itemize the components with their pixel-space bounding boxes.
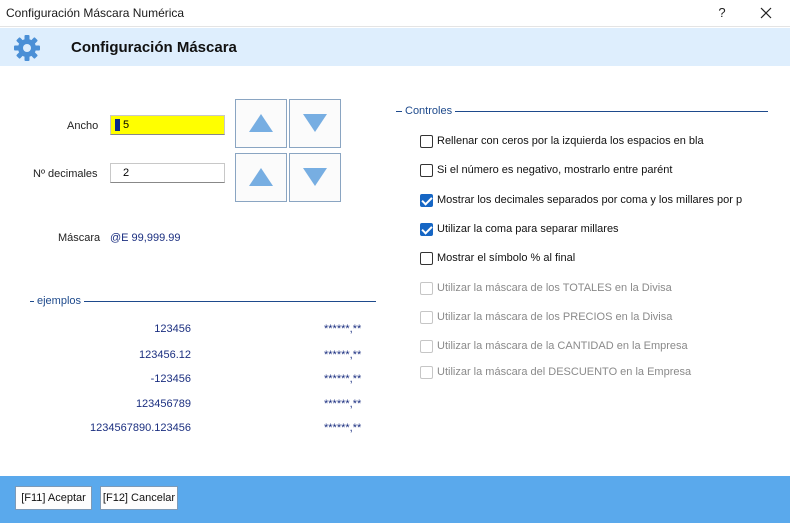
ejemplos-title: ejemplos bbox=[34, 295, 85, 307]
checkbox-label: Rellenar con ceros por la izquierda los … bbox=[437, 135, 704, 147]
checkbox-label: Mostrar los decimales separados por coma… bbox=[437, 194, 743, 206]
decimales-label: Nº decimales bbox=[33, 168, 98, 180]
checkbox-unchecked-icon bbox=[420, 310, 433, 324]
checkbox-unchecked-icon bbox=[420, 365, 433, 379]
checkbox-option: Utilizar la máscara del DESCUENTO en la … bbox=[420, 364, 750, 380]
arrow-up-icon bbox=[249, 114, 273, 132]
mascara-value: @E 99,999.99 bbox=[110, 232, 181, 244]
decimales-input[interactable]: 2 bbox=[110, 163, 225, 183]
decimales-value: 2 bbox=[123, 167, 130, 179]
dialog-header: Configuración Máscara bbox=[0, 28, 790, 66]
decimales-up-button[interactable] bbox=[235, 153, 287, 202]
ancho-up-button[interactable] bbox=[235, 99, 287, 148]
checkbox-option[interactable]: Si el número es negativo, mostrarlo entr… bbox=[420, 162, 750, 178]
example-result: ******,** bbox=[324, 323, 362, 335]
checkbox-unchecked-icon[interactable] bbox=[420, 134, 433, 148]
checkbox-label: Utilizar la máscara de la CANTIDAD en la… bbox=[437, 340, 688, 352]
checkbox-label: Mostrar el símbolo % al final bbox=[437, 252, 576, 264]
checkbox-unchecked-icon bbox=[420, 339, 433, 353]
checkbox-unchecked-icon bbox=[420, 281, 433, 295]
example-result: ******,** bbox=[324, 398, 362, 410]
checkbox-option[interactable]: Mostrar los decimales separados por coma… bbox=[420, 192, 750, 208]
dialog-title: Configuración Máscara bbox=[71, 39, 237, 56]
checkbox-label: Utilizar la coma para separar millares bbox=[437, 223, 619, 235]
ancho-value: 5 bbox=[123, 119, 130, 131]
dialog-footer: [F11] Aceptar [F12] Cancelar bbox=[0, 476, 790, 523]
checkbox-option[interactable]: Mostrar el símbolo % al final bbox=[420, 250, 750, 266]
ancho-label: Ancho bbox=[67, 120, 99, 132]
checkbox-option[interactable]: Utilizar la coma para separar millares bbox=[420, 221, 750, 237]
arrow-down-icon bbox=[303, 114, 327, 132]
example-number: 123456.12 bbox=[139, 349, 191, 361]
example-result: ******,** bbox=[324, 349, 362, 361]
accept-button[interactable]: [F11] Aceptar bbox=[15, 486, 92, 510]
gear-icon bbox=[14, 35, 40, 61]
example-result: ******,** bbox=[324, 373, 362, 385]
example-number: 123456789 bbox=[135, 398, 191, 410]
checkbox-label: Si el número es negativo, mostrarlo entr… bbox=[437, 164, 673, 176]
checkbox-option: Utilizar la máscara de la CANTIDAD en la… bbox=[420, 338, 750, 354]
checkbox-unchecked-icon[interactable] bbox=[420, 163, 433, 177]
controles-title: Controles bbox=[402, 105, 456, 117]
text-caret bbox=[115, 119, 120, 131]
window-title: Configuración Máscara Numérica bbox=[6, 6, 185, 20]
example-number: 1234567890.123456 bbox=[90, 422, 191, 434]
checkbox-checked-icon[interactable] bbox=[420, 193, 433, 207]
ancho-down-button[interactable] bbox=[289, 99, 341, 148]
checkbox-unchecked-icon[interactable] bbox=[420, 251, 433, 265]
example-number: 123456 bbox=[154, 323, 191, 335]
arrow-down-icon bbox=[303, 168, 327, 186]
decimales-down-button[interactable] bbox=[289, 153, 341, 202]
close-icon bbox=[760, 7, 772, 19]
ancho-input[interactable]: 5 bbox=[110, 115, 225, 135]
help-button[interactable]: ? bbox=[712, 3, 732, 23]
checkbox-option: Utilizar la máscara de los PRECIOS en la… bbox=[420, 309, 750, 325]
mascara-label: Máscara bbox=[58, 232, 101, 244]
cancel-button[interactable]: [F12] Cancelar bbox=[100, 486, 178, 510]
example-result: ******,** bbox=[324, 422, 362, 434]
window-titlebar: Configuración Máscara Numérica ? bbox=[0, 0, 790, 27]
checkbox-label: Utilizar la máscara de los TOTALES en la… bbox=[437, 282, 672, 294]
checkbox-option: Utilizar la máscara de los TOTALES en la… bbox=[420, 280, 750, 296]
checkbox-label: Utilizar la máscara del DESCUENTO en la … bbox=[437, 366, 692, 378]
example-number: -123456 bbox=[150, 373, 191, 385]
arrow-up-icon bbox=[249, 168, 273, 186]
close-button[interactable] bbox=[756, 3, 776, 23]
checkbox-checked-icon[interactable] bbox=[420, 222, 433, 236]
checkbox-label: Utilizar la máscara de los PRECIOS en la… bbox=[437, 311, 673, 323]
checkbox-option[interactable]: Rellenar con ceros por la izquierda los … bbox=[420, 133, 750, 149]
